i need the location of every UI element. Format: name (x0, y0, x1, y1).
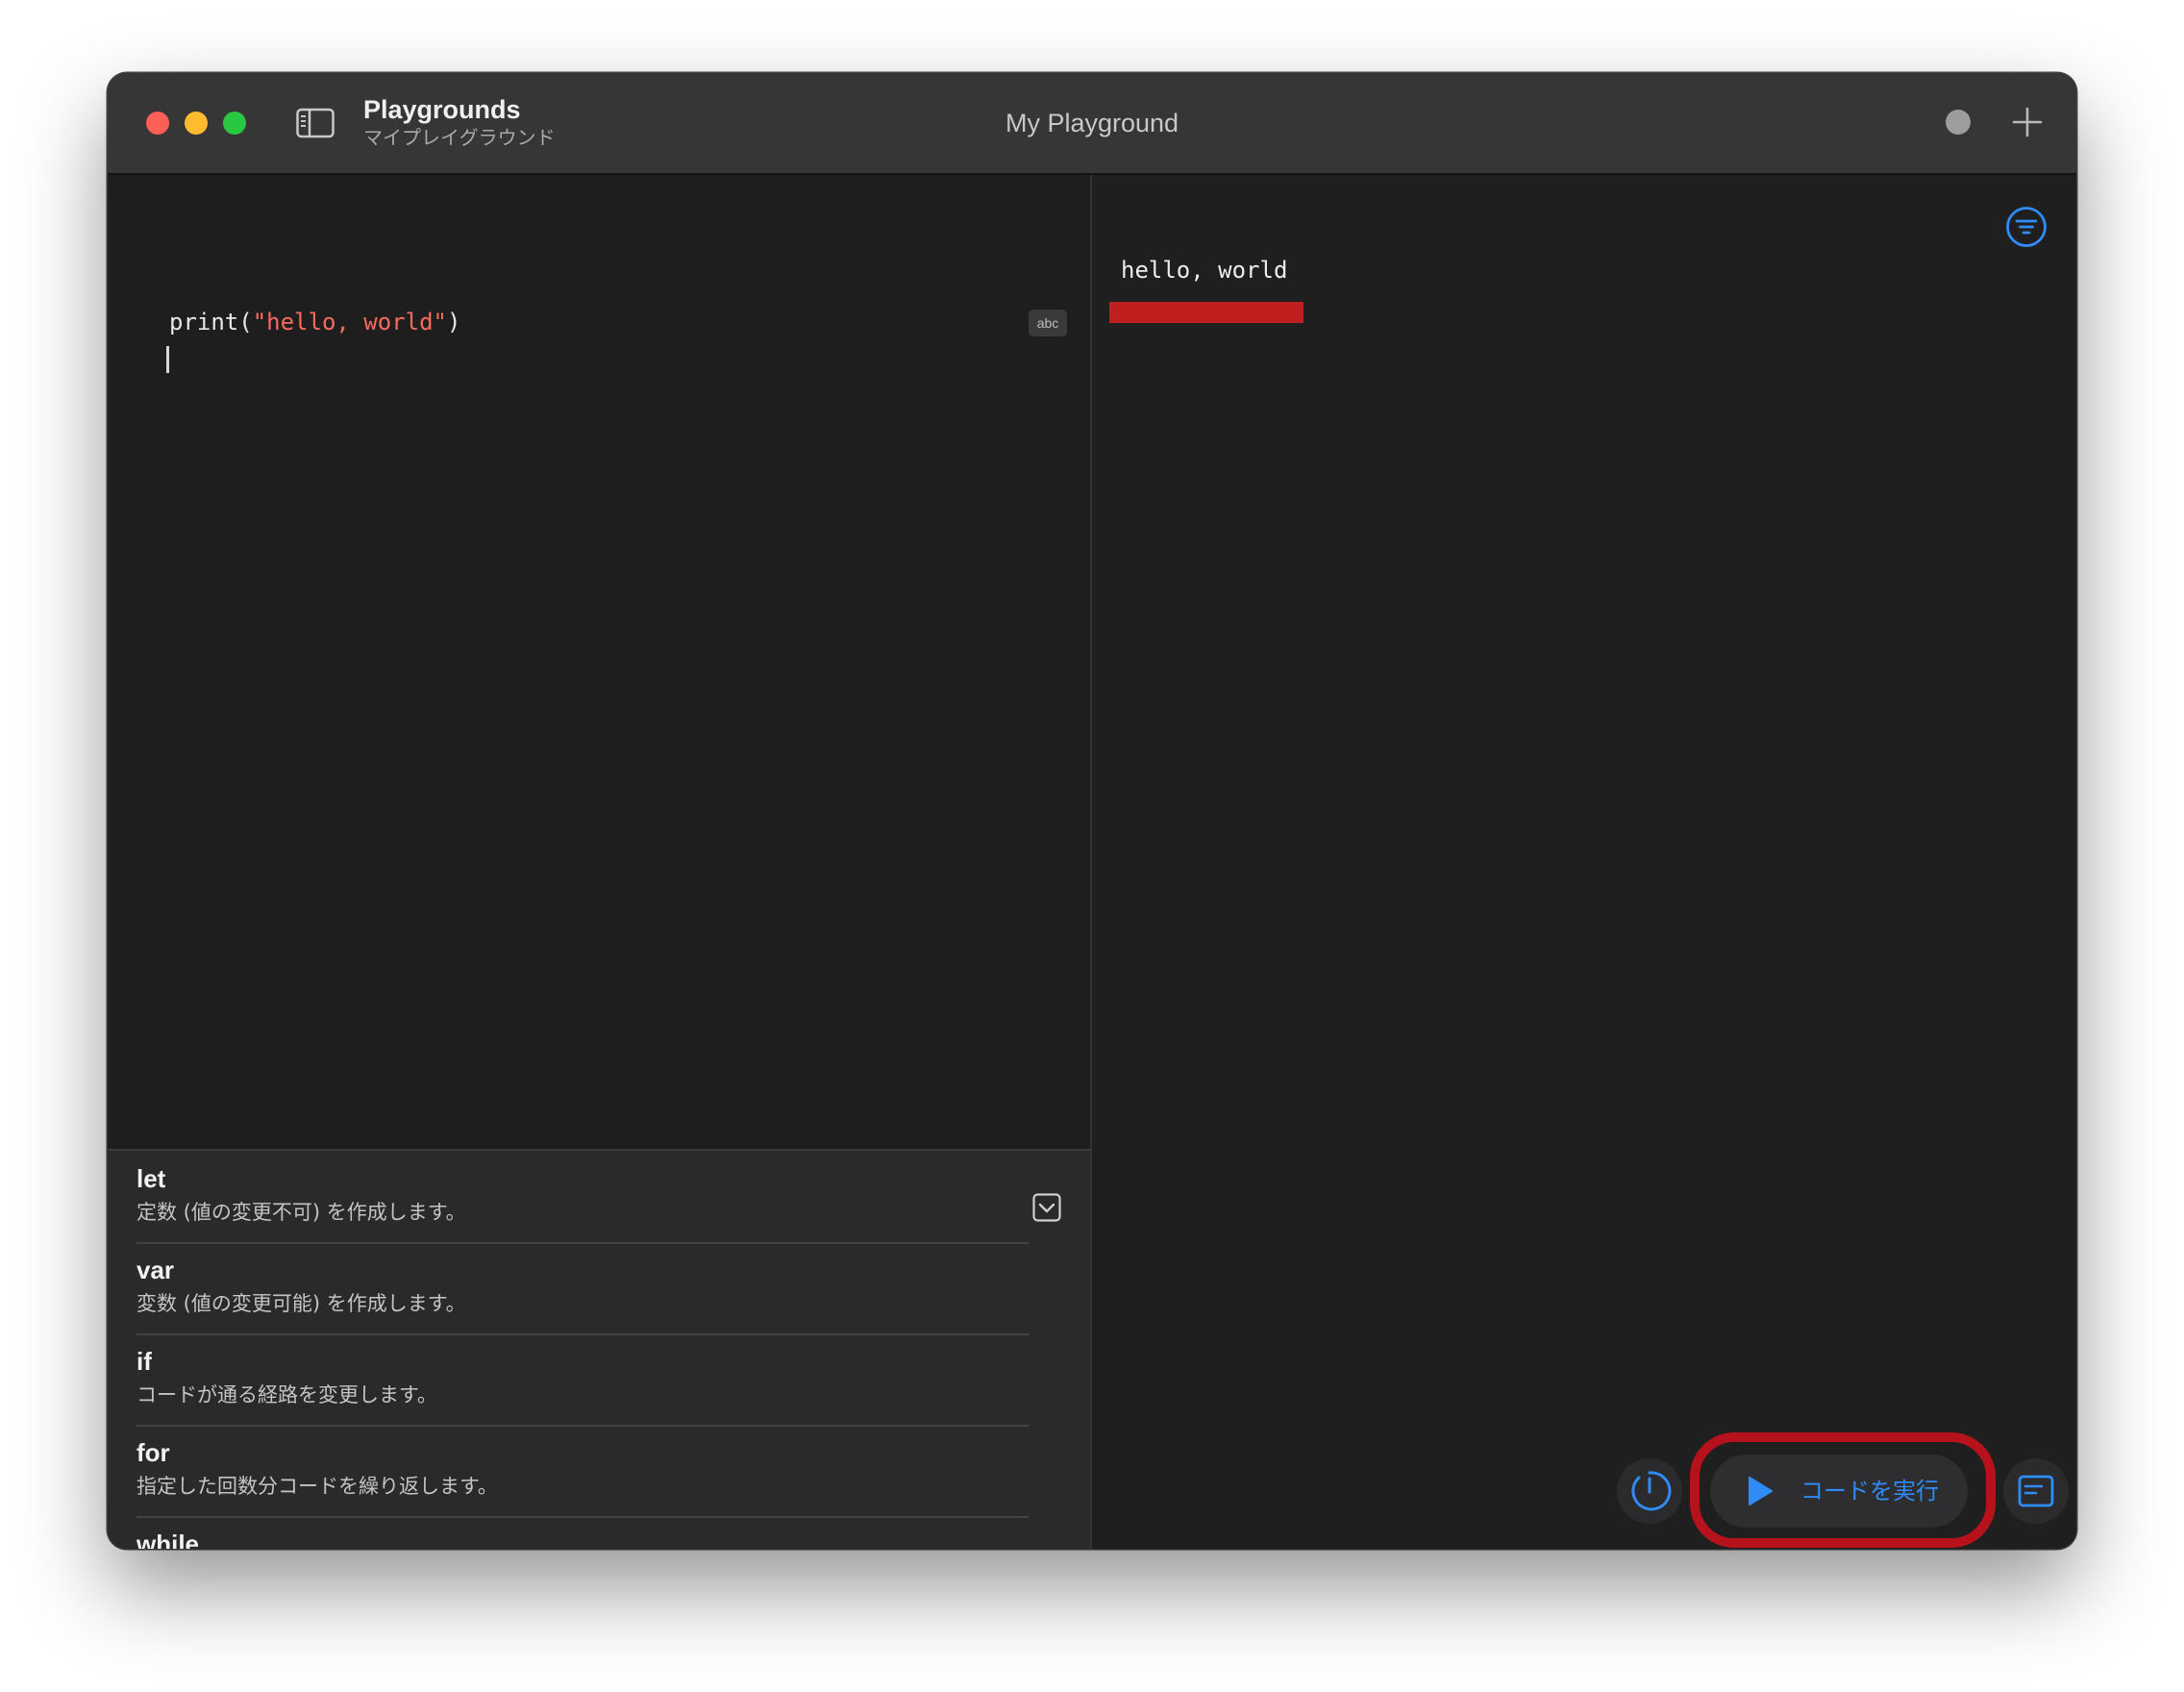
step-speed-button[interactable] (1617, 1458, 1682, 1524)
snippet-description: 指定した回数分コードを繰り返します。 (136, 1475, 498, 1498)
run-code-label: コードを実行 (1800, 1478, 1939, 1505)
snippet-keyword: for (136, 1438, 170, 1467)
run-code-button[interactable]: コードを実行 (1710, 1455, 1968, 1528)
console-output: hello, world (1121, 257, 1288, 284)
snippet-keyword: while (136, 1530, 200, 1549)
filter-circle-icon[interactable] (2005, 206, 2048, 248)
results-pane: hello, world コードを実行 (1092, 175, 2076, 1549)
snippet-keyword: var (136, 1256, 175, 1284)
snippet-description: 変数 (値の変更可能) を作成します。 (136, 1292, 466, 1315)
text-cursor (166, 346, 169, 373)
spellcheck-badge[interactable]: abc (1029, 310, 1067, 336)
playground-window: Playgrounds マイプレイグラウンド My Playground pri… (108, 73, 2076, 1549)
snippet-item-if[interactable]: if コードが通る経路を変更します。 (136, 1333, 1029, 1427)
snippet-item-var[interactable]: var 変数 (値の変更可能) を作成します。 (136, 1242, 1029, 1335)
snippet-item-while[interactable]: while (136, 1516, 1029, 1549)
snippet-item-let[interactable]: let 定数 (値の変更不可) を作成します。 (136, 1151, 1029, 1244)
title-bar: Playgrounds マイプレイグラウンド My Playground (108, 73, 2076, 175)
console-toggle-button[interactable] (2003, 1458, 2069, 1524)
output-highlight (1109, 302, 1303, 323)
code-close-paren: ) (447, 309, 461, 336)
code-editor[interactable]: print("hello, world") abc (108, 175, 1090, 1149)
code-function: print( (169, 309, 253, 336)
document-title: My Playground (1005, 109, 1179, 137)
gauge-icon (1631, 1471, 1672, 1511)
snippet-description: 定数 (値の変更不可) を作成します。 (136, 1201, 466, 1224)
status-dot-icon[interactable] (1946, 110, 1971, 135)
play-icon (1749, 1477, 1773, 1505)
snippet-keyword: if (136, 1347, 152, 1376)
chevron-down-square-icon[interactable] (1032, 1193, 1061, 1222)
code-line[interactable]: print("hello, world") (169, 308, 460, 336)
snippet-keyword: let (136, 1164, 166, 1193)
plus-icon[interactable] (2011, 106, 2044, 138)
snippet-suggestions-panel: let 定数 (値の変更不可) を作成します。 var 変数 (値の変更可能) … (108, 1149, 1090, 1549)
snippet-description: コードが通る経路を変更します。 (136, 1383, 437, 1406)
snippet-item-for[interactable]: for 指定した回数分コードを繰り返します。 (136, 1425, 1029, 1518)
console-icon (2018, 1475, 2054, 1507)
code-string-literal: "hello, world" (252, 309, 447, 336)
